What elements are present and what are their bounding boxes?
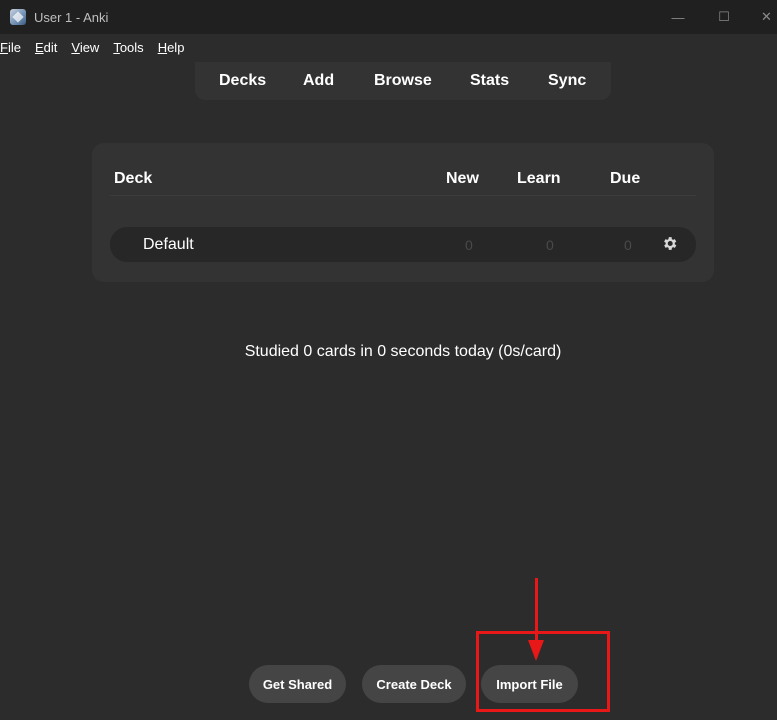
- minimize-button[interactable]: —: [655, 0, 701, 34]
- deck-learn-count: 0: [546, 237, 554, 253]
- close-button[interactable]: ✕: [747, 0, 777, 34]
- annotation-highlight-box: [476, 631, 610, 712]
- window-controls: — ☐ ✕: [655, 0, 777, 34]
- menu-tools[interactable]: Tools: [113, 40, 143, 55]
- deck-list-panel: Deck New Learn Due Default 0 0 0: [92, 143, 714, 282]
- toolbar-stats-link[interactable]: Stats: [470, 72, 509, 90]
- deck-new-count: 0: [465, 237, 473, 253]
- get-shared-button[interactable]: Get Shared: [249, 665, 346, 703]
- deck-row-default[interactable]: Default 0 0 0: [110, 227, 696, 262]
- anki-app-icon: [10, 9, 26, 25]
- toolbar-sync-link[interactable]: Sync: [548, 72, 586, 90]
- toolbar-decks-link[interactable]: Decks: [219, 72, 266, 90]
- create-deck-button[interactable]: Create Deck: [362, 665, 466, 703]
- maximize-button[interactable]: ☐: [701, 0, 747, 34]
- deck-due-count: 0: [624, 237, 632, 253]
- deck-name-link[interactable]: Default: [143, 236, 194, 254]
- menu-bar: File Edit View Tools Help: [0, 34, 777, 60]
- column-header-learn: Learn: [517, 170, 561, 187]
- column-header-deck: Deck: [114, 170, 153, 187]
- menu-edit[interactable]: Edit: [35, 40, 57, 55]
- toolbar-browse-link[interactable]: Browse: [374, 72, 432, 90]
- column-header-due: Due: [610, 170, 641, 187]
- menu-help[interactable]: Help: [158, 40, 185, 55]
- toolbar-add-link[interactable]: Add: [303, 72, 334, 90]
- main-toolbar: Decks Add Browse Stats Sync: [195, 62, 611, 100]
- gear-icon[interactable]: [661, 235, 678, 252]
- column-header-new: New: [446, 170, 479, 187]
- title-bar: User 1 - Anki — ☐ ✕: [0, 0, 777, 34]
- study-summary-text: Studied 0 cards in 0 seconds today (0s/c…: [244, 343, 562, 360]
- window-title: User 1 - Anki: [34, 9, 109, 25]
- menu-file[interactable]: File: [0, 40, 21, 55]
- header-divider: [110, 195, 696, 196]
- menu-view[interactable]: View: [71, 40, 99, 55]
